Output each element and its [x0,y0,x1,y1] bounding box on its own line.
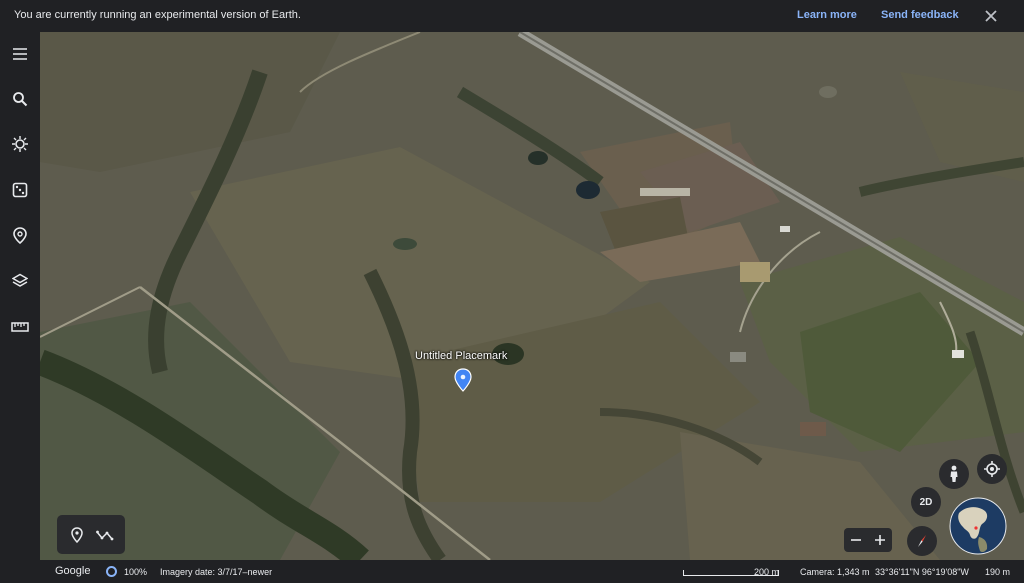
camera-altitude: Camera: 1,343 m [800,567,870,577]
globe-overview-icon[interactable] [949,497,1007,555]
coordinates[interactable]: 33°36'11"N 96°19'08"W [875,567,969,577]
zoom-in-icon[interactable] [868,528,892,552]
zoom-controls [844,528,892,552]
toggle-2d-button[interactable]: 2D [911,487,941,517]
toggle-2d-label: 2D [919,496,933,508]
scale-label: 200 m [754,567,780,577]
streaming-percent: 100% [124,567,148,577]
ground-elevation: 190 m [985,567,1011,577]
close-icon[interactable] [984,9,1000,25]
send-feedback-link[interactable]: Send feedback [881,9,959,21]
draw-path-icon[interactable] [94,524,116,546]
drawing-toolbox [57,515,125,554]
status-bar: Google 100% Imagery date: 3/7/17–newer 2… [40,560,1024,583]
placemark-label[interactable]: Untitled Placemark [415,350,507,362]
pegman-icon[interactable] [939,459,969,489]
voyager-icon[interactable] [6,130,34,158]
left-rail [0,32,40,583]
ruler-icon[interactable] [6,313,34,341]
projects-icon[interactable] [6,222,34,250]
google-logo: Google [55,565,91,577]
earth-app: You are currently running an experimenta… [0,0,1024,583]
banner-message: You are currently running an experimenta… [14,9,301,21]
add-placemark-icon[interactable] [66,524,88,546]
zoom-out-icon[interactable] [844,528,868,552]
menu-icon[interactable] [6,40,34,68]
streaming-status-icon [106,566,117,577]
satellite-map[interactable] [40,32,1024,560]
experimental-banner: You are currently running an experimenta… [0,0,1024,32]
my-location-icon[interactable] [977,454,1007,484]
learn-more-link[interactable]: Learn more [797,9,857,21]
dice-icon[interactable] [6,176,34,204]
satellite-imagery [40,32,1024,560]
imagery-date[interactable]: Imagery date: 3/7/17–newer [160,567,272,577]
compass-icon[interactable] [907,526,937,556]
map-style-icon[interactable] [6,267,34,295]
placemark-pin-icon[interactable] [453,368,473,392]
search-icon[interactable] [6,85,34,113]
